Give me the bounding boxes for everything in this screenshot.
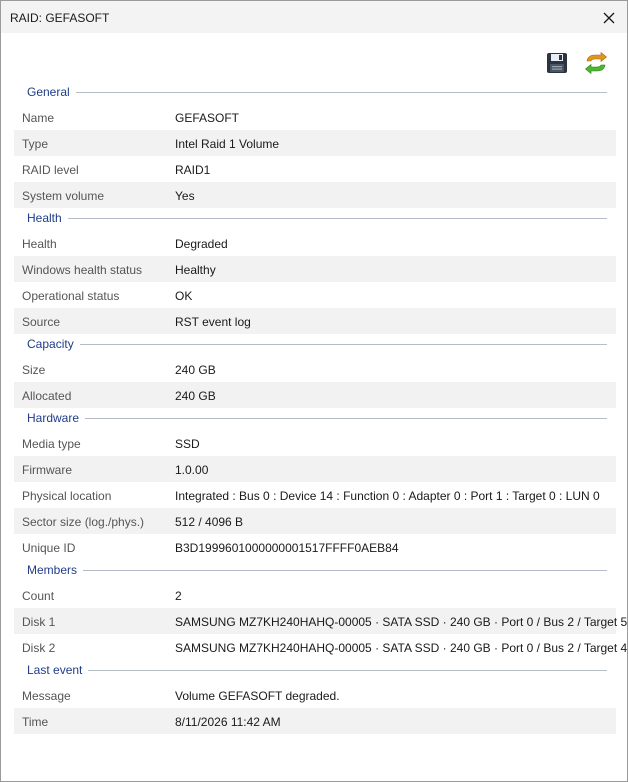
property-value: SSD (175, 437, 200, 451)
property-value: 2 (175, 589, 182, 603)
property-row: Allocated 240 GB (14, 382, 616, 408)
section-divider (27, 218, 607, 219)
property-label: Unique ID (22, 541, 76, 555)
property-row: System volume Yes (14, 182, 616, 208)
property-label: Health (22, 237, 57, 251)
property-row: Disk 2 SAMSUNG MZ7KH240HAHQ-00005 · SATA … (14, 634, 627, 660)
property-label: Disk 1 (22, 615, 56, 629)
section-header: Last event (1, 660, 628, 682)
section-title: Capacity (27, 337, 80, 351)
property-value: 240 GB (175, 389, 216, 403)
section-title: Members (27, 563, 84, 577)
property-label: Media type (22, 437, 81, 451)
property-value: RAID1 (175, 163, 211, 177)
property-label: Windows health status (22, 263, 143, 277)
property-label: Firmware (22, 463, 72, 477)
property-row: Physical location Integrated : Bus 0 : De… (14, 482, 616, 508)
property-label: Sector size (log./phys.) (22, 515, 145, 529)
property-label: Source (22, 315, 61, 329)
property-row: Name GEFASOFT (14, 104, 616, 130)
property-row: Source RST event log (14, 308, 616, 334)
property-label: Time (22, 715, 49, 729)
property-row: Disk 1 SAMSUNG MZ7KH240HAHQ-00005 · SATA … (14, 608, 627, 634)
property-label: Message (22, 689, 71, 703)
section-divider (27, 570, 607, 571)
property-label: Allocated (22, 389, 72, 403)
raid-properties-window: RAID: GEFASOFT General Name GEFASOFT Typ… (0, 0, 628, 782)
section-header: Members (1, 560, 628, 582)
property-row: Firmware 1.0.00 (14, 456, 616, 482)
property-row: Unique ID B3D1999601000000001517FFFF0AEB8… (14, 534, 616, 560)
property-value: 1.0.00 (175, 463, 209, 477)
close-button[interactable] (598, 7, 620, 29)
property-value: OK (175, 289, 193, 303)
property-value: Integrated : Bus 0 : Device 14 : Functio… (175, 489, 600, 503)
property-row: Health Degraded (14, 230, 616, 256)
property-label: Count (22, 589, 55, 603)
section-divider (27, 418, 607, 419)
property-value: SAMSUNG MZ7KH240HAHQ-00005 · SATA SSD · … (175, 641, 628, 655)
property-label: System volume (22, 189, 105, 203)
refresh-icon (585, 52, 607, 74)
property-value: GEFASOFT (175, 111, 240, 125)
property-row: Message Volume GEFASOFT degraded. (14, 682, 616, 708)
property-value: Volume GEFASOFT degraded. (175, 689, 340, 703)
property-value: Yes (175, 189, 195, 203)
property-row: Size 240 GB (14, 356, 616, 382)
property-label: Operational status (22, 289, 120, 303)
property-value: 512 / 4096 B (175, 515, 244, 529)
property-value: B3D1999601000000001517FFFF0AEB84 (175, 541, 399, 555)
close-icon (603, 12, 615, 24)
property-label: Physical location (22, 489, 112, 503)
section-header: Health (1, 208, 628, 230)
content-area: General Name GEFASOFT Type Intel Raid 1 Volu… (1, 33, 627, 781)
window-title: RAID: GEFASOFT (10, 11, 110, 25)
section-header: Hardware (1, 408, 628, 430)
property-row: RAID level RAID1 (14, 156, 616, 182)
property-value: Healthy (175, 263, 216, 277)
property-row: Sector size (log./phys.) 512 / 4096 B (14, 508, 616, 534)
section-header: Capacity (1, 334, 628, 356)
section-title: Hardware (27, 411, 86, 425)
property-label: Name (22, 111, 55, 125)
property-row: Windows health status Healthy (14, 256, 616, 282)
section-title: Health (27, 211, 68, 225)
refresh-button[interactable] (583, 50, 609, 76)
section-title: Last event (27, 663, 89, 677)
property-label: Disk 2 (22, 641, 56, 655)
section-divider (27, 670, 607, 671)
property-row: Type Intel Raid 1 Volume (14, 130, 616, 156)
property-value: Intel Raid 1 Volume (175, 137, 280, 151)
property-row: Media type SSD (14, 430, 616, 456)
title-bar: RAID: GEFASOFT (1, 1, 627, 33)
property-label: Type (22, 137, 49, 151)
section-header: General (1, 82, 628, 104)
property-value: 8/11/2026 11:42 AM (175, 715, 281, 729)
property-value: Degraded (175, 237, 228, 251)
property-label: Size (22, 363, 46, 377)
property-sections: General Name GEFASOFT Type Intel Raid 1 Volu… (1, 82, 628, 734)
save-icon (547, 53, 567, 73)
save-button[interactable] (544, 50, 570, 76)
property-label: RAID level (22, 163, 79, 177)
property-row: Operational status OK (14, 282, 616, 308)
section-title: General (27, 85, 76, 99)
property-value: 240 GB (175, 363, 216, 377)
property-value: RST event log (175, 315, 251, 329)
property-value: SAMSUNG MZ7KH240HAHQ-00005 · SATA SSD · … (175, 615, 628, 629)
section-divider (27, 92, 607, 93)
section-divider (27, 344, 607, 345)
property-row: Time 8/11/2026 11:42 AM (14, 708, 616, 734)
property-row: Count 2 (14, 582, 616, 608)
